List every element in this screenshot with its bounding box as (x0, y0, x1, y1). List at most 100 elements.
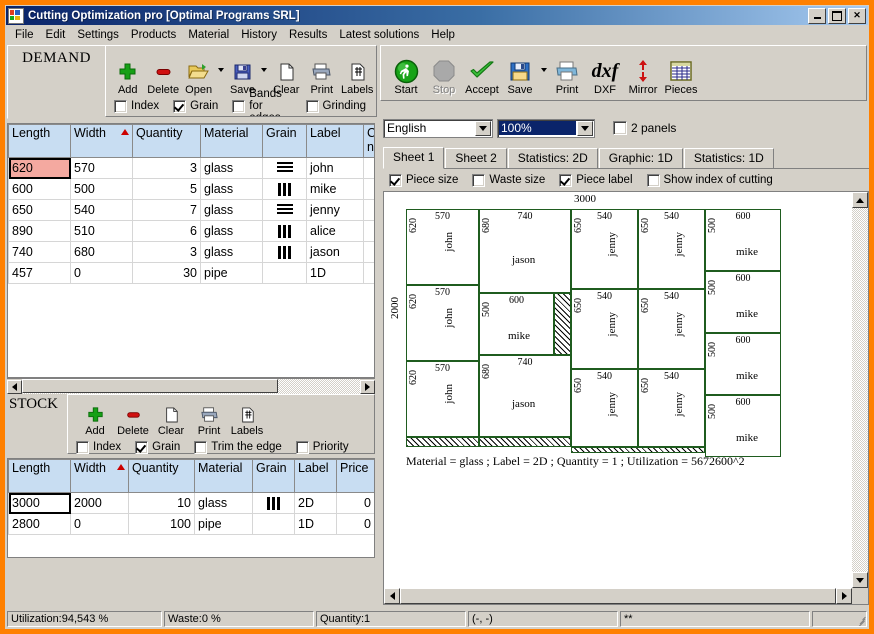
show-index-checkbox[interactable]: Show index of cutting (647, 174, 773, 187)
table-row[interactable]: 740 680 3 glass jason (9, 242, 376, 263)
cell-customer[interactable] (364, 200, 376, 221)
demand-col-width[interactable]: Width (71, 125, 133, 158)
stock-col-material[interactable]: Material (195, 460, 253, 493)
cell-material[interactable]: pipe (201, 263, 263, 284)
tab-graphic-1d[interactable]: Graphic: 1D (599, 148, 683, 168)
cell-material[interactable]: glass (201, 158, 263, 179)
cell-width[interactable]: 0 (71, 514, 129, 535)
tab-sheet-1[interactable]: Sheet 1 (383, 147, 444, 169)
cell-quantity[interactable]: 7 (133, 200, 201, 221)
stock-col-grain[interactable]: Grain (253, 460, 295, 493)
demand-grinding-checkbox[interactable]: Grinding (306, 100, 366, 113)
piece-mike-3[interactable]: 600 500 mike (705, 333, 781, 395)
demand-hscroll-thumb[interactable] (22, 379, 278, 393)
tab-statistics-2d[interactable]: Statistics: 2D (508, 148, 598, 168)
maximize-button[interactable] (828, 8, 846, 24)
cell-material[interactable]: glass (201, 179, 263, 200)
demand-open-button[interactable]: Open (181, 52, 216, 96)
cell-customer[interactable] (364, 221, 376, 242)
close-button[interactable]: ✕ (848, 8, 866, 24)
piece-jenny-1[interactable]: 540 650 jenny (571, 209, 638, 289)
demand-hscrollbar[interactable] (7, 378, 375, 394)
cell-quantity[interactable]: 30 (133, 263, 201, 284)
cell-width[interactable]: 680 (71, 242, 133, 263)
menu-item-results[interactable]: Results (283, 28, 333, 42)
scroll-right-icon[interactable] (360, 380, 375, 394)
piece-size-checkbox[interactable]: Piece size (389, 174, 458, 187)
cell-width[interactable]: 540 (71, 200, 133, 221)
cell-width[interactable]: 500 (71, 179, 133, 200)
menu-item-file[interactable]: File (9, 28, 40, 42)
demand-print-button[interactable]: Print (304, 52, 339, 96)
cell-customer[interactable] (364, 158, 376, 179)
pieces-button[interactable]: Pieces (662, 52, 700, 96)
menu-item-history[interactable]: History (235, 28, 283, 42)
cell-label[interactable]: 1D (295, 514, 337, 535)
cell-length[interactable]: 2800 (9, 514, 71, 535)
sheet-hscrollbar[interactable] (384, 588, 852, 604)
cell-label[interactable]: jason (307, 242, 364, 263)
stock-col-price[interactable]: Price (337, 460, 375, 493)
cell-label[interactable]: 2D (295, 493, 337, 514)
cell-quantity[interactable]: 10 (129, 493, 195, 514)
start-button[interactable]: Start (387, 52, 425, 96)
language-select[interactable]: English (383, 119, 493, 138)
cell-width[interactable]: 0 (71, 263, 133, 284)
demand-delete-button[interactable]: Delete (145, 52, 180, 96)
stock-print-button[interactable]: Print (190, 399, 228, 437)
cell-grain[interactable] (263, 263, 307, 284)
demand-col-material[interactable]: Material (201, 125, 263, 158)
cell-width[interactable]: 570 (71, 158, 133, 179)
scroll-right-icon[interactable] (836, 588, 852, 604)
piece-john-3[interactable]: 570 620 john (406, 361, 479, 437)
cell-length[interactable]: 457 (9, 263, 71, 284)
cell-material[interactable]: glass (201, 200, 263, 221)
stock-clear-button[interactable]: Clear (152, 399, 190, 437)
scroll-left-icon[interactable] (7, 380, 22, 394)
cell-width[interactable]: 510 (71, 221, 133, 242)
menu-item-help[interactable]: Help (425, 28, 461, 42)
sheet-view[interactable]: 3000 2000 570 620 john 570 620 john (383, 191, 869, 605)
cell-length[interactable]: 600 (9, 179, 71, 200)
stock-labels-button[interactable]: Labels (228, 399, 266, 437)
piece-jason-2[interactable]: 740 680 jason (479, 355, 571, 437)
piece-jenny-6[interactable]: 540 650 jenny (638, 369, 705, 447)
stock-col-length[interactable]: Length (9, 460, 71, 493)
cell-material[interactable]: glass (201, 242, 263, 263)
cell-quantity[interactable]: 5 (133, 179, 201, 200)
tab-sheet-2[interactable]: Sheet 2 (445, 148, 506, 168)
chevron-down-icon[interactable] (577, 121, 593, 136)
piece-jenny-4[interactable]: 540 650 jenny (638, 209, 705, 289)
table-row[interactable]: 890 510 6 glass alice (9, 221, 376, 242)
stock-grain-checkbox[interactable]: Grain (135, 441, 180, 454)
cell-grain[interactable] (253, 493, 295, 514)
piece-mike-4[interactable]: 600 500 mike (705, 395, 781, 457)
demand-hscroll-track[interactable] (22, 379, 360, 394)
cutting-diagram-canvas[interactable]: 3000 2000 570 620 john 570 620 john (384, 192, 852, 588)
chevron-down-icon[interactable] (475, 121, 491, 136)
cell-grain[interactable] (253, 514, 295, 535)
cell-customer[interactable] (364, 242, 376, 263)
sheet-vscrollbar[interactable] (852, 192, 868, 588)
table-row[interactable]: 620 570 3 glass john (9, 158, 376, 179)
demand-open-dropdown[interactable] (216, 52, 224, 96)
minimize-button[interactable] (808, 8, 826, 24)
menu-item-latest-solutions[interactable]: Latest solutions (333, 28, 425, 42)
stock-grid[interactable]: Length Width Quantity Material Grain Lab… (7, 458, 375, 558)
table-row[interactable]: 457 0 30 pipe 1D (9, 263, 376, 284)
cell-customer[interactable] (364, 263, 376, 284)
scroll-down-icon[interactable] (852, 572, 868, 588)
stock-col-width[interactable]: Width (71, 460, 129, 493)
cell-label[interactable]: mike (307, 179, 364, 200)
demand-col-length[interactable]: Length (9, 125, 71, 158)
dxf-button[interactable]: dxf DXF (586, 52, 624, 96)
cell-length[interactable]: 740 (9, 242, 71, 263)
piece-mike-center[interactable]: 600 500 mike (479, 293, 554, 355)
waste-size-checkbox[interactable]: Waste size (472, 174, 545, 187)
piece-mike-2[interactable]: 600 500 mike (705, 271, 781, 333)
cell-grain[interactable] (263, 200, 307, 221)
demand-col-grain[interactable]: Grain (263, 125, 307, 158)
piece-mike-1[interactable]: 600 500 mike (705, 209, 781, 271)
table-row[interactable]: 650 540 7 glass jenny (9, 200, 376, 221)
cell-material[interactable]: pipe (195, 514, 253, 535)
